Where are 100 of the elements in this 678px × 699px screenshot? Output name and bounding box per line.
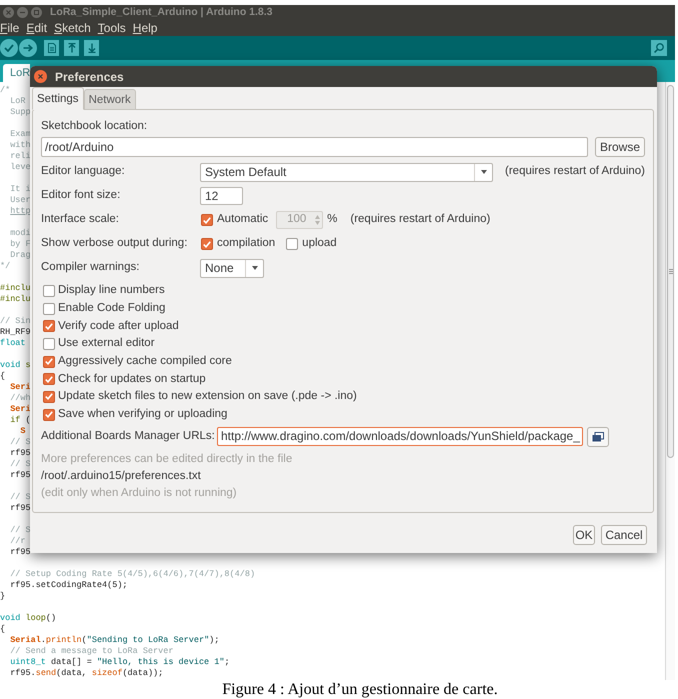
option-label: Display line numbers: [58, 283, 165, 298]
setting-label: Show verbose output during:: [41, 237, 188, 250]
check-icon: [45, 411, 53, 418]
option-label: Automatic: [217, 212, 268, 228]
maximize-button[interactable]: [31, 6, 42, 18]
edit-urls-button[interactable]: [587, 426, 609, 446]
check-icon: [45, 322, 53, 330]
checkbox[interactable]: [201, 214, 213, 226]
option-label: compilation: [217, 236, 276, 252]
code-line: rf95: [9, 547, 31, 558]
code-line: // S: [9, 525, 31, 536]
code-line: Supp: [9, 107, 31, 118]
path-field[interactable]: /root/Arduino: [41, 137, 588, 157]
checkbox[interactable]: [201, 238, 213, 250]
serial-monitor-button[interactable]: [651, 40, 667, 56]
caret-down-icon: [252, 266, 258, 270]
hint-text: More preferences can be edited directly in the file: [41, 452, 292, 466]
code-line: #inclu: [0, 283, 31, 294]
close-button[interactable]: [34, 70, 47, 83]
checkbox[interactable]: [43, 408, 55, 421]
setting-label: Interface scale:: [41, 213, 119, 226]
check-icon: [45, 358, 53, 366]
code-line: rf95: [9, 448, 31, 459]
option-label: upload: [302, 236, 337, 252]
save-button[interactable]: [84, 40, 99, 56]
code-line: {: [0, 624, 6, 635]
browse-button[interactable]: Browse: [595, 137, 645, 157]
code-line: http: [9, 206, 31, 217]
dropdown-select[interactable]: System Default: [200, 162, 494, 182]
check-icon: [4, 44, 14, 52]
code-line: LoR: [9, 96, 26, 107]
check-icon: [203, 216, 211, 224]
windows-icon: [592, 432, 604, 442]
note-text: (requires restart of Arduino): [505, 164, 645, 180]
arrow-down-icon: [88, 43, 96, 53]
code-line: RH_RF9: [0, 327, 31, 338]
code-line: leve: [9, 162, 31, 173]
cancel-button[interactable]: Cancel: [601, 525, 647, 545]
code-line: S: [20, 426, 26, 437]
code-line: uint8_t data[] = "Hello, this is device 1";: [9, 657, 230, 668]
setting-label: Editor font size:: [41, 189, 120, 202]
menu-item[interactable]: Tools: [98, 20, 126, 34]
magnifier-icon: [654, 43, 664, 53]
code-line: // S: [9, 459, 31, 470]
maximize-icon: [34, 10, 39, 14]
setting-label: Additional Boards Manager URLs:: [41, 430, 215, 442]
checkbox[interactable]: [43, 320, 55, 332]
option-label: Update sketch files to new extension on save (.pde -> .ino): [58, 389, 357, 404]
minimize-button[interactable]: [17, 6, 28, 18]
checkbox[interactable]: [43, 356, 55, 368]
menu-item[interactable]: File: [0, 20, 20, 34]
open-button[interactable]: [64, 40, 79, 56]
code-line: if (: [9, 415, 31, 426]
url-field[interactable]: http://www.dragino.com/downloads/downloads/YunShield/package_: [217, 427, 583, 446]
menu-item[interactable]: Sketch: [54, 20, 91, 34]
setting-label: Compiler warnings:: [41, 261, 140, 274]
option-label: Save when verifying or uploading: [58, 407, 228, 422]
close-icon: [38, 74, 43, 79]
font-size-field[interactable]: 12: [200, 187, 243, 205]
option-label: Use external editor: [58, 336, 155, 352]
code-line: {: [0, 371, 6, 382]
dropdown-select[interactable]: None: [200, 258, 264, 278]
up-down-arrows-icon: [315, 215, 320, 225]
checkbox[interactable]: [43, 373, 55, 386]
code-line: // Setup Coding Rate 5(4/5),6(4/6),7(4/7),8(4/8): [9, 569, 256, 580]
scrollbar-thumb[interactable]: [667, 85, 674, 458]
dialog-tab[interactable]: Network: [84, 89, 136, 110]
checkbox[interactable]: [43, 390, 55, 403]
dialog-tab[interactable]: Settings: [32, 87, 84, 110]
close-icon: [6, 10, 11, 14]
checkbox[interactable]: [43, 302, 55, 315]
ok-button[interactable]: OK: [573, 525, 595, 545]
code-line: /*: [0, 85, 10, 96]
code-line: Seri: [9, 404, 31, 415]
window-title: LoRa_Simple_Client_Arduino | Arduino 1.8.3: [50, 6, 272, 18]
code-line: with: [9, 140, 31, 151]
upload-button[interactable]: [19, 39, 37, 57]
grip-icon: [668, 269, 672, 274]
arrow-up-icon: [68, 43, 76, 53]
menu-item[interactable]: Edit: [26, 20, 48, 34]
caret-down-icon: [480, 170, 487, 174]
checkbox[interactable]: [43, 338, 55, 350]
document-icon: [48, 43, 56, 53]
note-text: (requires restart of Arduino): [350, 212, 490, 228]
menu-item[interactable]: Help: [132, 20, 158, 34]
setting-label: Editor language:: [41, 165, 125, 178]
code-line: Drag: [10, 250, 31, 261]
new-file-button[interactable]: [44, 40, 59, 56]
editor-tab[interactable]: LoR: [3, 64, 30, 82]
code-line: reli: [9, 151, 31, 162]
checkbox[interactable]: [286, 238, 298, 250]
code-line: */: [0, 261, 10, 272]
unit-label: %: [327, 212, 338, 228]
file-path-text: /root/.arduino15/preferences.txt: [41, 468, 201, 484]
setting-label: Sketchbook location:: [41, 119, 148, 133]
close-button[interactable]: [3, 6, 14, 18]
verify-button[interactable]: [0, 39, 18, 57]
checkbox[interactable]: [43, 284, 55, 297]
code-line: float: [0, 338, 26, 349]
arrow-right-icon: [23, 44, 33, 52]
